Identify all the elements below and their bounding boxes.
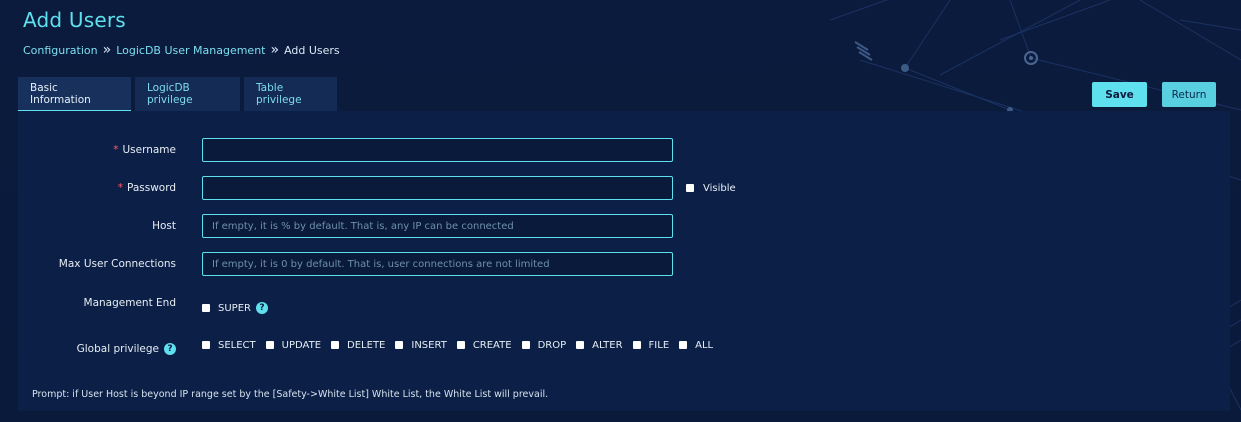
tab-logicdb-privilege[interactable]: LogicDB privilege [135,77,240,111]
privilege-label: UPDATE [281,339,322,351]
privilege-checkbox[interactable] [202,341,210,349]
privilege-checkbox[interactable] [331,341,340,349]
breadcrumb-add-users: Add Users [284,44,340,57]
visible-toggle[interactable]: Visible [686,176,736,200]
global-privilege-label: Global privilege ? [77,337,176,361]
visible-label: Visible [703,182,736,194]
username-input[interactable] [202,138,673,162]
breadcrumb-separator: » [270,42,280,58]
password-input[interactable] [202,176,673,200]
management-end-options: SUPER ? [202,296,278,320]
save-button[interactable]: Save [1092,82,1147,107]
super-option[interactable]: SUPER ? [202,302,268,314]
username-label: * Username [113,138,176,162]
privilege-label: ALTER [592,339,623,351]
global-privilege-row: Global privilege ? SELECT UPDATE DELETE … [18,337,1230,361]
required-mark: * [113,144,119,156]
privilege-label: DELETE [347,339,386,351]
privilege-update[interactable]: UPDATE [265,339,322,351]
privilege-checkbox[interactable] [395,341,404,349]
host-label: Host [152,220,176,232]
help-icon[interactable]: ? [255,302,268,314]
privilege-label: CREATE [472,339,512,351]
privilege-select[interactable]: SELECT [202,340,256,351]
breadcrumb-separator: » [102,42,112,58]
required-mark: * [117,182,123,194]
return-button[interactable]: Return [1162,82,1216,107]
privilege-checkbox[interactable] [456,341,465,349]
privilege-label: DROP [537,339,567,351]
breadcrumb: Configuration » LogicDB User Management … [23,42,340,58]
privilege-file[interactable]: FILE [632,339,670,351]
tab-table-privilege[interactable]: Table privilege [244,77,337,111]
management-end-row: Management End SUPER ? [18,291,1230,315]
password-label: * Password [118,176,176,200]
privilege-label: SELECT [218,339,256,351]
privilege-label: INSERT [411,339,447,351]
privilege-checkbox[interactable] [679,341,688,349]
privilege-checkbox[interactable] [632,341,641,349]
privilege-checkbox[interactable] [576,341,585,349]
privilege-all[interactable]: ALL [679,340,713,351]
privilege-delete[interactable]: DELETE [331,340,385,351]
super-label: SUPER [218,302,251,314]
breadcrumb-logicdb-user-management[interactable]: LogicDB User Management [116,44,265,57]
host-row: Host [18,214,1230,238]
privilege-label: ALL [695,339,714,351]
page-title: Add Users [23,8,126,32]
password-row: * Password Visible [18,176,1230,200]
visible-checkbox[interactable] [686,184,694,192]
privilege-alter[interactable]: ALTER [576,339,623,351]
username-row: * Username [18,138,1230,162]
password-label-text: Password [126,182,176,194]
management-end-label: Management End [83,297,176,309]
help-icon[interactable]: ? [164,343,176,355]
privilege-create[interactable]: CREATE [456,339,512,351]
privilege-checkbox[interactable] [265,341,274,349]
privilege-insert[interactable]: INSERT [395,339,447,351]
host-input[interactable] [202,214,673,238]
max-connections-label: Max User Connections [58,258,176,270]
tab-basic-information[interactable]: Basic Information [18,77,131,111]
global-privilege-label-text: Global privilege [76,343,159,355]
max-connections-row: Max User Connections [18,252,1230,276]
privilege-drop[interactable]: DROP [521,339,567,351]
breadcrumb-configuration[interactable]: Configuration [23,44,98,57]
tab-bar: Basic Information LogicDB privilege Tabl… [18,77,337,111]
white-list-prompt: Prompt: if User Host is beyond IP range … [32,389,549,400]
global-privilege-options: SELECT UPDATE DELETE INSERT CREATE DROP … [202,333,723,357]
privilege-label: FILE [648,339,670,351]
super-checkbox[interactable] [202,304,210,312]
username-label-text: Username [122,144,176,156]
privilege-checkbox[interactable] [521,341,530,349]
max-connections-input[interactable] [202,252,673,276]
